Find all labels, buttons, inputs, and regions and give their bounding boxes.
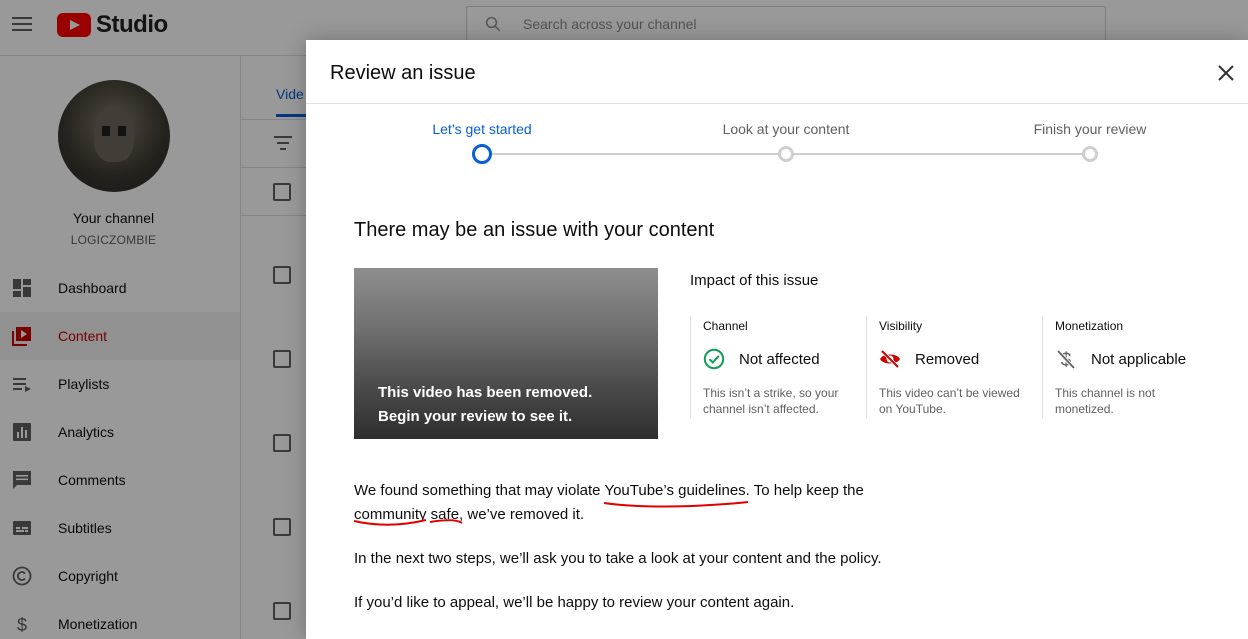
- step-label-finish-review: Finish your review: [1033, 121, 1147, 137]
- thumbnail-text-line1: This video has been removed.: [378, 384, 593, 401]
- annotation-underline: [603, 501, 749, 508]
- eye-off-icon: [880, 349, 900, 369]
- body-paragraph-3: If you’d like to appeal, we’ll be happy …: [354, 594, 795, 611]
- impact-desc-line: channel isn’t affected.: [703, 402, 819, 416]
- guidelines-text: YouTube’s guidelines: [604, 482, 746, 499]
- check-circle-icon: [703, 348, 725, 370]
- impact-monetization: Monetization $ Not applicable This chann…: [1042, 316, 1212, 418]
- impact-head: Monetization: [1055, 319, 1124, 333]
- step-label-get-started: Let’s get started: [432, 121, 532, 137]
- impact-desc: This channel is not monetized.: [1055, 385, 1155, 417]
- body-text: We found something that may violate: [354, 482, 605, 499]
- impact-desc-line: monetized.: [1055, 402, 1114, 416]
- body-paragraph-2: In the next two steps, we’ll ask you to …: [354, 550, 882, 567]
- impact-status: Not affected: [739, 351, 820, 368]
- issue-heading: There may be an issue with your content: [354, 219, 715, 241]
- impact-desc-line: This video can’t be viewed: [879, 386, 1020, 400]
- impact-head: Visibility: [879, 319, 923, 333]
- thumbnail-text-line2: Begin your review to see it.: [378, 408, 573, 425]
- video-thumbnail: This video has been removed. Begin your …: [354, 268, 658, 439]
- dollar-off-icon: $: [1056, 349, 1076, 370]
- impact-desc-line: This channel is not: [1055, 386, 1156, 400]
- impact-desc-line: on YouTube.: [879, 402, 946, 416]
- impact-head: Channel: [703, 319, 748, 333]
- impact-desc: This video can’t be viewed on YouTube.: [879, 385, 1020, 417]
- step-dot: [1082, 146, 1098, 162]
- step-dot: [778, 146, 794, 162]
- review-issue-dialog: Review an issue Let’s get started Look a…: [306, 40, 1248, 639]
- impact-title: Impact of this issue: [690, 272, 819, 289]
- dialog-divider: [306, 103, 1248, 104]
- step-dot-active: [472, 144, 492, 164]
- impact-channel: Channel Not affected This isn’t a strike…: [690, 316, 866, 418]
- dialog-title: Review an issue: [330, 62, 476, 84]
- impact-visibility: Visibility Removed This video can’t be v…: [866, 316, 1042, 418]
- step-label-look-at-content: Look at your content: [722, 121, 850, 137]
- impact-status: Removed: [915, 351, 980, 368]
- body-text: . To help keep the: [745, 482, 864, 499]
- impact-desc: This isn’t a strike, so your channel isn…: [703, 385, 838, 417]
- annotation-underline: [353, 519, 463, 526]
- impact-status: Not applicable: [1091, 351, 1187, 368]
- impact-desc-line: This isn’t a strike, so your: [703, 386, 839, 400]
- close-icon[interactable]: [1216, 63, 1236, 83]
